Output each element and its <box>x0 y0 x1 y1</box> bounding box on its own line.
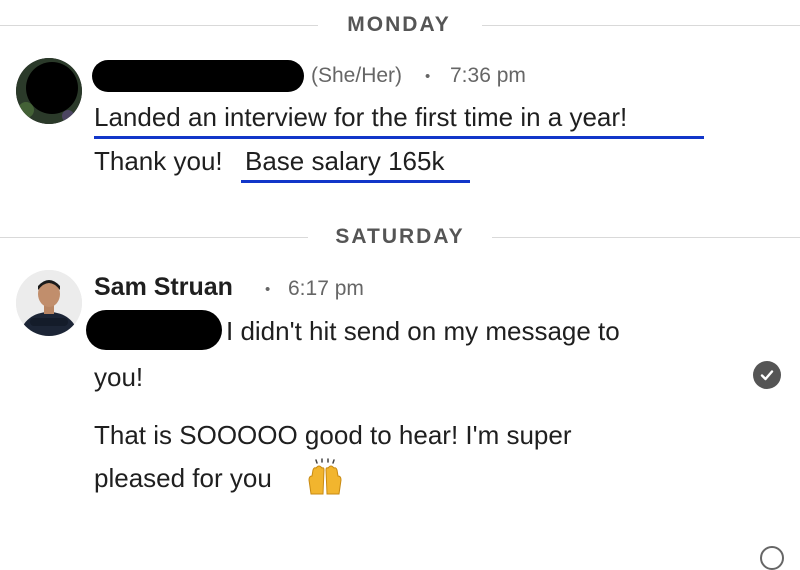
message-text-line: Thank you! <box>94 146 223 176</box>
sender-avatar[interactable] <box>16 58 82 124</box>
message-text-line: I didn't hit send on my message to <box>226 316 620 346</box>
read-check-icon <box>753 361 781 389</box>
message-text-highlight: Base salary 165k <box>245 146 445 176</box>
meta-separator: • <box>425 68 431 85</box>
divider-line <box>492 237 800 238</box>
avatar-image <box>16 270 82 336</box>
meta-separator: • <box>265 281 271 298</box>
message-timestamp: 7:36 pm <box>450 64 526 87</box>
divider-line <box>0 25 318 26</box>
day-divider-saturday: SATURDAY <box>0 222 800 252</box>
partial-icon <box>760 546 784 570</box>
message-text-line: pleased for you <box>94 463 272 493</box>
message-text-line: you! <box>94 362 144 392</box>
day-divider-label: SATURDAY <box>335 225 465 248</box>
highlight-underline <box>241 180 470 183</box>
redacted-recipient-name <box>86 310 222 350</box>
day-divider-label: MONDAY <box>347 13 451 36</box>
sender-avatar[interactable] <box>16 270 82 336</box>
day-divider-monday: MONDAY <box>0 10 800 40</box>
highlight-underline <box>94 136 704 139</box>
divider-line <box>482 25 800 26</box>
avatar-image <box>16 58 82 124</box>
redacted-sender-name <box>92 60 304 92</box>
raising-hands-emoji <box>305 458 345 503</box>
divider-line <box>0 237 308 238</box>
message-timestamp: 6:17 pm <box>288 277 364 300</box>
sender-pronouns: (She/Her) <box>311 64 403 87</box>
message-text-line: Landed an interview for the first time i… <box>94 102 628 132</box>
message-text-line: That is SOOOOO good to hear! I'm super <box>94 420 572 450</box>
sender-name[interactable]: Sam Struan <box>94 273 233 302</box>
